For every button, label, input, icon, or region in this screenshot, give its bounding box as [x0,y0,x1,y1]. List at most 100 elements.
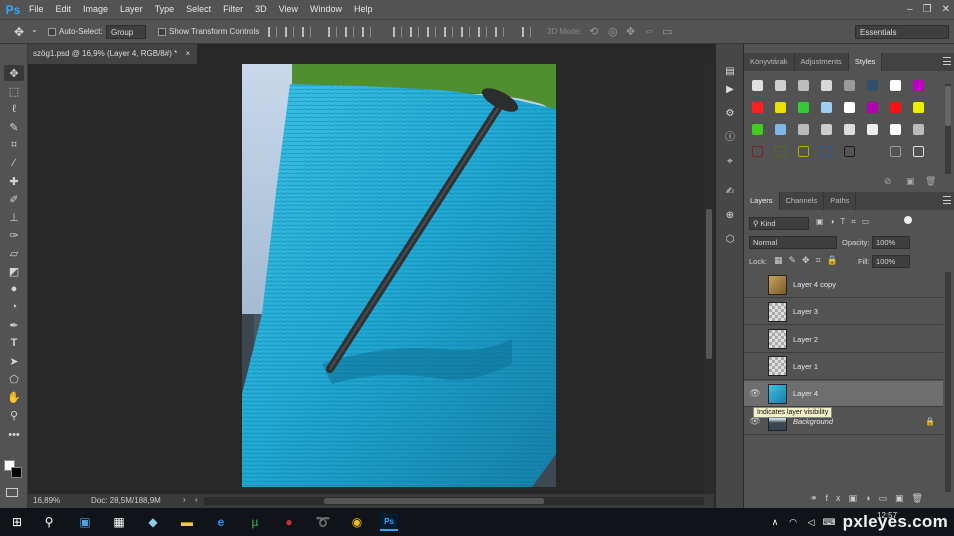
layer-name[interactable]: Layer 4 [793,389,818,398]
tab-paths[interactable]: Paths [824,192,857,210]
tab-channels[interactable]: Channels [780,192,825,210]
hand-tool-icon[interactable]: ✋ [4,389,24,405]
menu-type[interactable]: Type [149,0,181,19]
style-swatch[interactable] [798,102,809,113]
distribute-vcenter-icon[interactable] [410,27,419,37]
style-swatch[interactable] [752,146,763,157]
layer-row[interactable]: Layer 3 [744,299,943,326]
fill-field[interactable]: 100% [872,255,910,268]
align-left-icon[interactable] [328,27,337,37]
auto-align-icon[interactable] [522,27,531,37]
tab-layers[interactable]: Layers [744,192,780,210]
style-swatch[interactable] [775,146,786,157]
style-swatch[interactable] [821,102,832,113]
style-swatch[interactable] [913,102,924,113]
clone-stamp-icon[interactable]: ⊥ [4,209,24,225]
layer-name[interactable]: Layer 2 [793,335,818,344]
history-brush-icon[interactable]: ✑ [4,227,24,243]
tab-adjustments[interactable]: Adjustments [795,53,849,71]
filter-icons[interactable]: ▣◑T⌗▭ [816,217,875,227]
style-swatch[interactable] [821,146,832,157]
menu-filter[interactable]: Filter [217,0,249,19]
blend-mode-dropdown[interactable]: Normal [749,236,837,249]
style-swatch[interactable] [844,80,855,91]
workspace-dropdown[interactable]: Essentials [855,25,949,39]
layer-row[interactable]: Layer 2 [744,327,943,353]
align-right-icon[interactable] [362,27,371,37]
tray-chevron-icon[interactable]: ∧ [766,513,784,531]
layer-footer-icons[interactable]: ⚭fx▣◑▭▣🗑 [810,493,931,504]
3d-roll-icon[interactable]: ◎ [608,25,618,38]
layers-scrollbar[interactable] [945,272,951,492]
lock-icons[interactable]: ▦✎✥⌗🔒 [774,255,844,266]
align-vcenter-icon[interactable] [285,27,294,37]
clone-source-icon[interactable]: ⊕ [723,210,737,224]
align-hcenter-icon[interactable] [345,27,354,37]
eye-off-icon[interactable] [744,326,766,352]
styles-panel-menu-icon[interactable] [943,57,951,65]
calculator-icon[interactable]: ▦ [110,513,128,531]
restore-button[interactable]: ❐ [923,4,932,15]
style-swatch[interactable] [821,80,832,91]
style-swatch[interactable] [798,146,809,157]
tab-styles[interactable]: Styles [848,53,883,71]
styles-scrollbar[interactable] [945,84,951,174]
style-swatch[interactable] [798,124,809,135]
info-icon[interactable]: ⓘ [723,128,737,143]
keyboard-icon[interactable]: ⌨ [820,513,838,531]
eyedropper-tool-icon[interactable]: ⁄ [4,155,24,171]
delete-style-icon[interactable]: 🗑 [925,176,936,187]
distribute-top-icon[interactable] [393,27,402,37]
quick-mask-icon[interactable] [6,488,18,497]
dodge-tool-icon[interactable]: ◔ [4,299,24,315]
image-canvas[interactable] [242,64,556,487]
style-swatch[interactable] [752,80,763,91]
eye-off-icon[interactable] [744,272,766,298]
healing-brush-icon[interactable]: ✚ [4,173,24,189]
eye-icon[interactable]: 👁 [744,381,766,407]
filter-kind-dropdown[interactable]: ⚲ Kind [749,217,809,230]
eraser-tool-icon[interactable]: ▱ [4,245,24,261]
style-swatch[interactable] [890,80,901,91]
3d-scale-icon[interactable]: ▭ [662,25,672,38]
tab-libraries[interactable]: Könyvtárak [744,53,795,71]
marquee-tool-icon[interactable]: ⬚ [4,83,24,99]
distribute-hcenter-icon[interactable] [461,27,470,37]
style-swatch[interactable] [821,124,832,135]
path-select-icon[interactable]: ➤ [4,353,24,369]
auto-select-dropdown[interactable]: Group [106,25,146,39]
scroll-left-icon[interactable]: ‹ [195,495,198,504]
menu-edit[interactable]: Edit [50,0,78,19]
windows-start-icon[interactable]: ⊞ [8,513,26,531]
style-swatch[interactable] [890,102,901,113]
menu-file[interactable]: File [23,0,50,19]
style-swatch[interactable] [890,124,901,135]
style-swatch[interactable] [798,80,809,91]
chevron-down-icon[interactable]: ⌄ [31,25,38,34]
menu-help[interactable]: Help [348,0,379,19]
style-swatch[interactable] [752,102,763,113]
zoom-level[interactable]: 16,89% [33,496,60,505]
distribute-left-icon[interactable] [444,27,453,37]
close-tab-icon[interactable]: × [185,49,190,58]
network-icon[interactable]: ◠ [784,513,802,531]
utorrent-icon[interactable]: µ [246,513,264,531]
character-icon[interactable]: ⌖ [723,156,737,170]
distribute-bottom-icon[interactable] [427,27,436,37]
3d-rotate-icon[interactable]: ⟲ [589,25,598,38]
task-view-icon[interactable]: ▣ [76,513,94,531]
layer-row[interactable]: Layer 1 [744,354,943,380]
type-tool-icon[interactable]: T [4,335,24,351]
more-tools-icon[interactable]: ••• [4,427,24,443]
style-swatch[interactable] [775,80,786,91]
actions-icon[interactable]: ▶ [723,84,737,98]
quick-select-tool-icon[interactable]: ✎ [4,119,24,135]
menu-image[interactable]: Image [77,0,114,19]
scrollbar-thumb[interactable] [706,209,712,359]
blur-tool-icon[interactable]: ● [4,281,24,297]
3d-icon[interactable]: ⬡ [723,234,737,248]
hscroll-thumb[interactable] [324,498,544,504]
close-button[interactable]: ✕ [942,4,950,15]
menu-view[interactable]: View [273,0,304,19]
app2-icon[interactable]: ● [280,513,298,531]
